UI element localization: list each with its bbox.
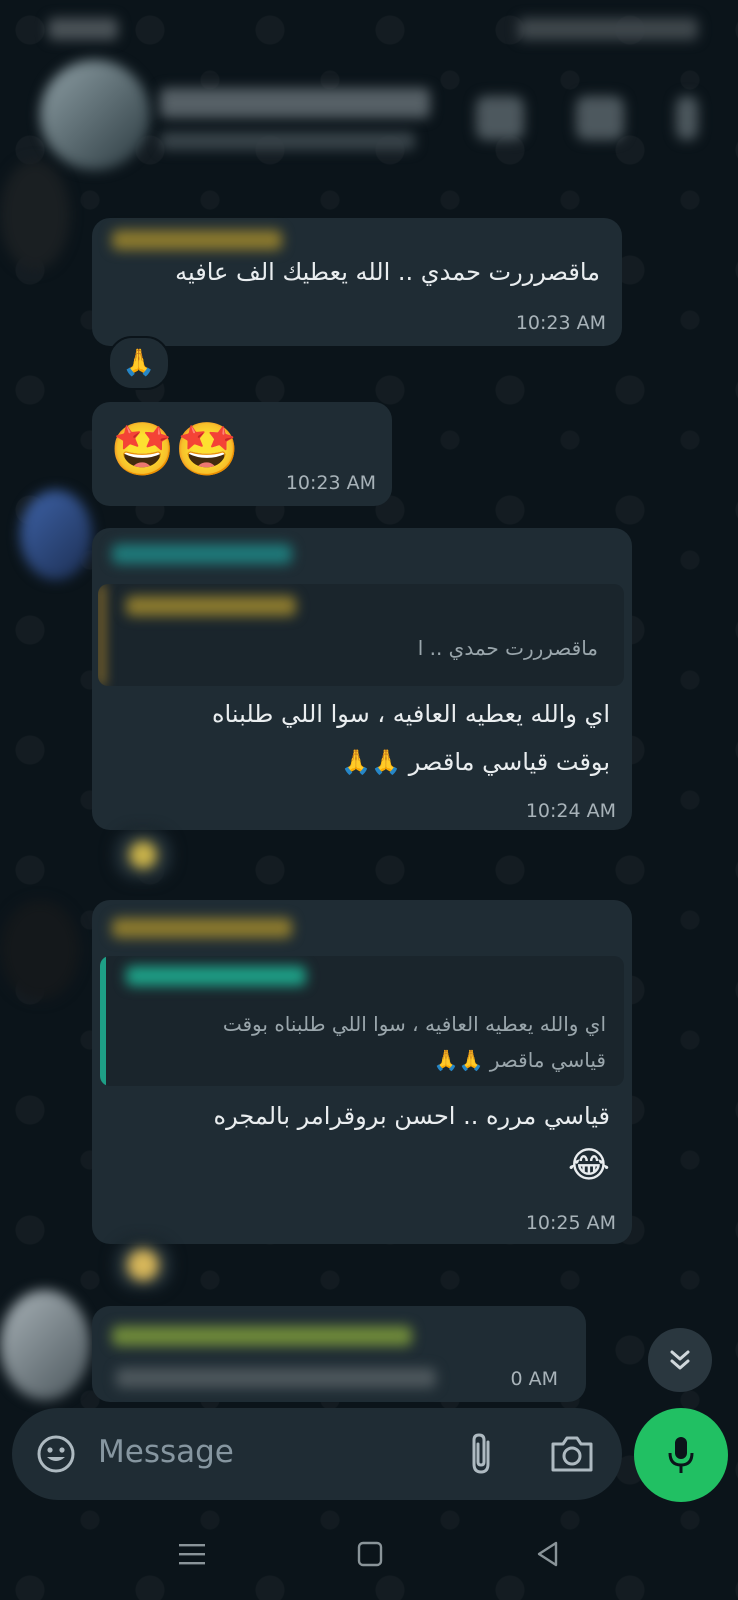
message-bubble[interactable]: 🤩🤩 10:23 AM — [92, 402, 392, 506]
sender-name — [112, 918, 292, 938]
quoted-message[interactable]: ماقصرررت حمدي .. ا — [98, 584, 624, 686]
avatar[interactable] — [0, 900, 80, 1000]
scroll-down-icon — [670, 1350, 690, 1370]
sender-name — [112, 1326, 412, 1346]
reaction-badge[interactable]: 🙏 — [108, 336, 170, 390]
scroll-down-button[interactable] — [648, 1328, 712, 1392]
group-avatar[interactable] — [40, 60, 150, 170]
message-text-line1: قياسي مرره .. احسن بروقرامر بالمجره — [213, 1102, 610, 1130]
system-nav-bar — [0, 1508, 738, 1600]
message-time: 0 AM — [510, 1368, 558, 1390]
message-time: 10:25 AM — [525, 1212, 616, 1234]
camera-icon[interactable] — [548, 1432, 596, 1476]
more-icon[interactable] — [676, 96, 698, 140]
quote-text: ماقصرررت حمدي .. ا — [417, 636, 598, 660]
quote-bar — [100, 956, 106, 1086]
back-icon — [537, 1541, 558, 1567]
quote-text-line1: اي والله يعطيه العافيه ، سوا اللي طلبناه… — [222, 1012, 606, 1036]
mic-icon — [668, 1437, 694, 1473]
sender-name — [112, 230, 282, 250]
emoji-icon — [127, 1249, 159, 1281]
status-icons — [518, 18, 698, 40]
message-time: 10:23 AM — [515, 312, 606, 334]
video-call-icon[interactable] — [476, 96, 524, 140]
quote-text-line2: قياسي ماقصر 🙏🙏 — [433, 1048, 606, 1072]
message-bubble[interactable]: 0 AM — [92, 1306, 586, 1402]
message-text-line2: 😂 — [567, 1145, 610, 1186]
pray-emoji-icon: 🙏 — [122, 348, 156, 378]
back-button[interactable] — [524, 1530, 572, 1578]
menu-button[interactable] — [168, 1530, 216, 1578]
message-text: ماقصرررت حمدي .. الله يعطيك الف عافيه — [175, 258, 600, 286]
message-bubble[interactable]: اي والله يعطيه العافيه ، سوا اللي طلبناه… — [92, 900, 632, 1244]
message-composer[interactable]: Message — [12, 1408, 622, 1500]
emoji-icon — [129, 841, 157, 869]
message-text-blurred — [116, 1368, 436, 1388]
status-bar — [0, 0, 738, 60]
quote-sender-name — [126, 596, 296, 616]
chat-title[interactable] — [160, 88, 430, 118]
message-bubble[interactable]: ماقصرررت حمدي .. ا اي والله يعطيه العافي… — [92, 528, 632, 830]
message-text-line2: بوقت قياسي ماقصر 🙏🙏 — [341, 748, 610, 776]
quote-bar — [98, 584, 104, 686]
attach-icon[interactable] — [462, 1430, 502, 1478]
message-time: 10:24 AM — [525, 800, 616, 822]
home-button[interactable] — [346, 1530, 394, 1578]
chat-subtitle — [160, 132, 415, 150]
reaction-badge[interactable] — [112, 828, 174, 882]
message-bubble[interactable]: ماقصرررت حمدي .. الله يعطيك الف عافيه 10… — [92, 218, 622, 346]
quote-sender-name — [126, 966, 306, 986]
menu-icon — [179, 1544, 205, 1565]
voice-call-icon[interactable] — [576, 96, 624, 140]
sender-name — [112, 544, 292, 564]
status-time — [48, 18, 118, 40]
message-time: 10:23 AM — [285, 472, 376, 494]
quoted-message[interactable]: اي والله يعطيه العافيه ، سوا اللي طلبناه… — [100, 956, 624, 1086]
star-struck-emoji-icon: 🤩🤩 — [110, 420, 240, 480]
voice-record-button[interactable] — [634, 1408, 728, 1502]
avatar[interactable] — [0, 1290, 90, 1400]
emoji-icon[interactable] — [34, 1432, 78, 1476]
home-icon — [357, 1541, 383, 1567]
chat-header — [0, 60, 738, 170]
message-text-line1: اي والله يعطيه العافيه ، سوا اللي طلبناه — [211, 700, 610, 728]
message-input[interactable]: Message — [98, 1434, 234, 1470]
avatar[interactable] — [20, 490, 92, 580]
reaction-badge[interactable] — [112, 1238, 174, 1292]
avatar[interactable] — [0, 160, 70, 270]
